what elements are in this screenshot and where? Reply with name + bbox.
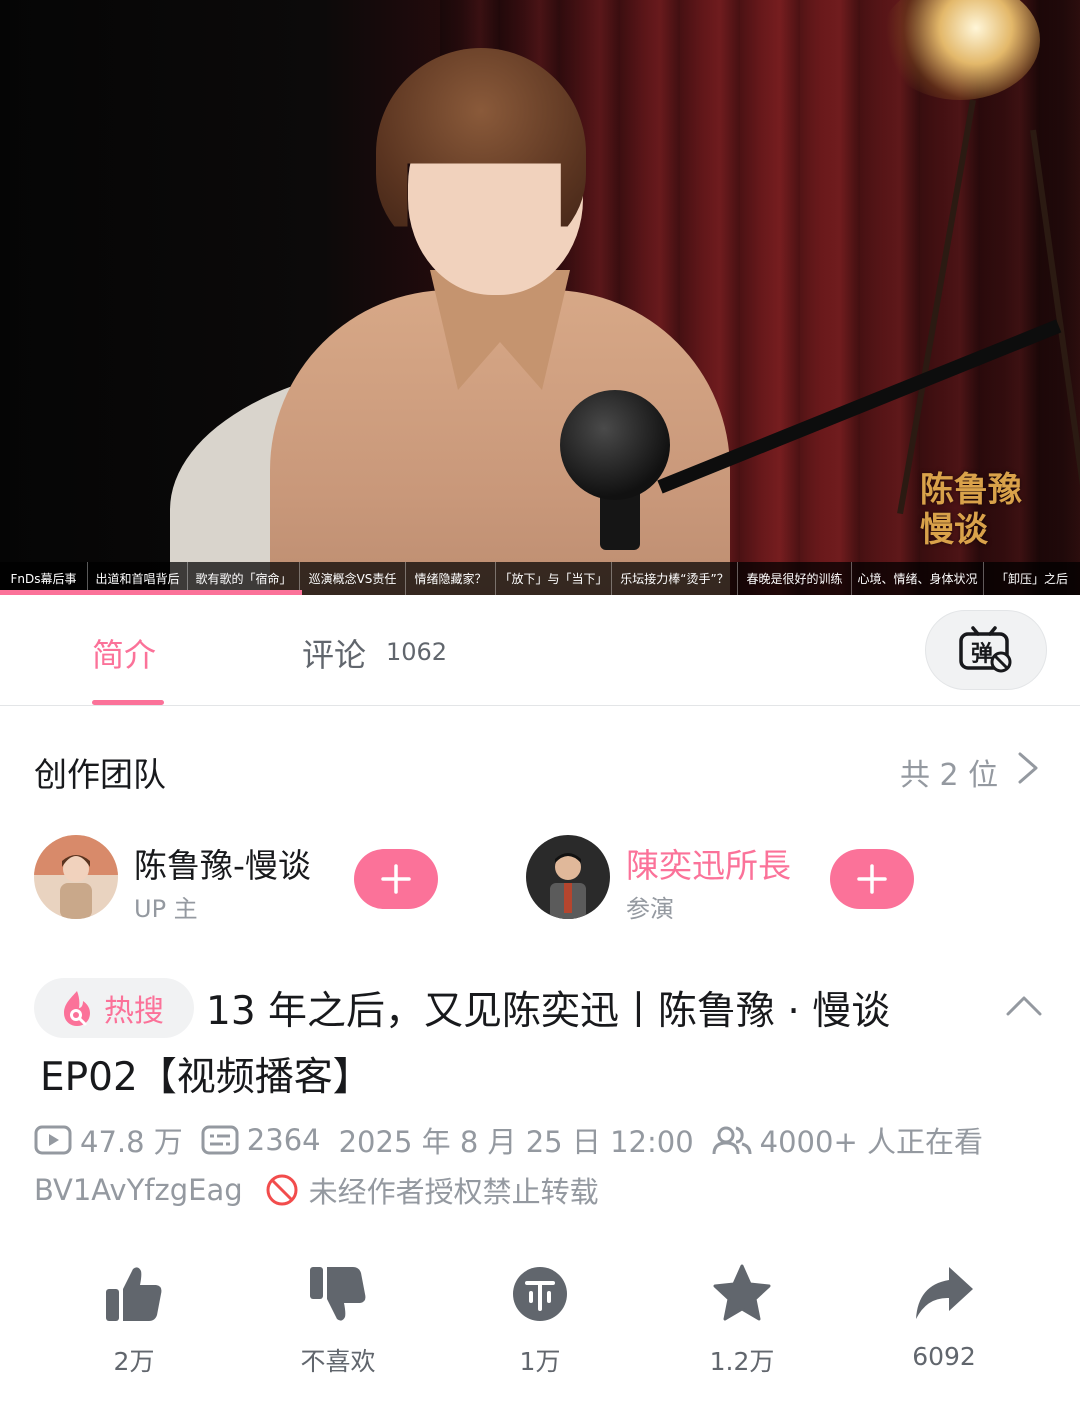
chapter-item[interactable]: 「卸压」之后 <box>984 562 1080 595</box>
follow-button[interactable] <box>354 849 438 909</box>
chevron-right-icon[interactable] <box>1010 748 1046 788</box>
video-title: 13 年之后，又见陈奕迅丨陈鲁豫 · 慢谈 <box>206 989 891 1034</box>
chevron-up-icon[interactable] <box>1004 990 1044 1020</box>
hot-search-icon <box>64 991 90 1026</box>
plus-icon <box>381 864 411 894</box>
show-logo: 陈鲁豫慢谈 <box>920 470 1022 550</box>
watching-now-value: 4000+ 人正在看 <box>759 1125 983 1159</box>
dislike-label: 不喜欢 <box>300 1347 376 1376</box>
hot-search-label: 热搜 <box>104 994 164 1029</box>
section-title: 创作团队 <box>34 755 166 794</box>
danmaku-toggle-button[interactable]: 弹 <box>925 610 1047 690</box>
danmaku-count-icon <box>201 1125 239 1155</box>
publish-datetime: 2025 年 8 月 25 日 12:00 <box>339 1119 694 1161</box>
like-count: 2万 <box>113 1347 155 1376</box>
tab-comments[interactable]: 评论 <box>302 630 366 676</box>
prohibited-icon <box>266 1174 298 1206</box>
people-icon <box>712 1126 752 1155</box>
avatar[interactable] <box>34 835 118 919</box>
dislike-button[interactable]: 不喜欢 <box>268 1262 408 1378</box>
play-count-icon <box>34 1125 72 1155</box>
star-icon <box>713 1264 771 1321</box>
like-button[interactable]: 2万 <box>64 1262 204 1378</box>
thumbs-down-icon <box>310 1267 366 1321</box>
follow-button[interactable] <box>830 849 914 909</box>
view-count-value: 47.8 万 <box>80 1125 183 1159</box>
reprint-notice: 未经作者授权禁止转载 <box>265 1169 599 1211</box>
danmaku-icon: 弹 <box>959 626 1012 673</box>
coin-button[interactable]: 1万 <box>470 1262 610 1378</box>
favorite-button[interactable]: 1.2万 <box>672 1262 812 1378</box>
team-member[interactable]: 陈鲁豫-慢谈 UP 主 <box>34 835 454 923</box>
view-count: 47.8 万 <box>34 1119 183 1161</box>
avatar[interactable] <box>526 835 610 919</box>
active-tab-indicator <box>92 700 164 705</box>
tab-intro[interactable]: 简介 <box>92 630 156 676</box>
thumbs-up-icon <box>106 1267 162 1321</box>
member-role: UP 主 <box>134 895 198 923</box>
coin-count: 1万 <box>519 1347 561 1376</box>
playback-progress[interactable] <box>0 590 302 595</box>
chapter-item[interactable]: 春晚是很好的训练 <box>738 562 852 595</box>
share-button[interactable]: 6092 <box>874 1262 1014 1371</box>
tab-bar: 简介 评论 1062 弹 <box>0 596 1080 706</box>
video-title-continued: EP02【视频播客】 <box>40 1055 372 1100</box>
chapter-item[interactable]: 乐坛接力棒“烫手”？ <box>612 562 738 595</box>
share-icon <box>916 1267 973 1319</box>
bvid[interactable]: BV1AvYfzgEag <box>34 1173 243 1207</box>
coin-icon <box>513 1267 567 1321</box>
watching-now: 4000+ 人正在看 <box>712 1119 983 1161</box>
reprint-notice-text: 未经作者授权禁止转载 <box>308 1175 599 1209</box>
chapter-item[interactable]: 「放下」与「当下」 <box>496 562 612 595</box>
member-name[interactable]: 陈鲁豫-慢谈 <box>134 839 311 887</box>
chapter-item[interactable]: 巡演概念VS责任 <box>300 562 406 595</box>
plus-icon <box>857 864 887 894</box>
favorite-count: 1.2万 <box>709 1347 775 1376</box>
team-count[interactable]: 共 2 位 <box>900 750 998 794</box>
share-count: 6092 <box>912 1342 976 1371</box>
danmaku-count: 2364 <box>201 1123 321 1157</box>
hot-search-tag[interactable]: 热搜 <box>34 978 194 1038</box>
team-member[interactable]: 陳奕迅所長 参演 <box>526 835 946 923</box>
svg-text:弹: 弹 <box>971 642 993 667</box>
publish-datetime-value: 2025 年 8 月 25 日 12:00 <box>338 1125 694 1159</box>
member-name[interactable]: 陳奕迅所長 <box>626 839 791 887</box>
comments-count: 1062 <box>386 638 448 666</box>
microphone <box>560 390 670 500</box>
action-bar: 2万 不喜欢 1万 1.2万 6092 <box>0 1262 1080 1382</box>
video-stats: 47.8 万 2364 2025 年 8 月 25 日 12:00 4000+ … <box>34 1118 1001 1162</box>
member-role: 参演 <box>626 895 674 923</box>
danmaku-count-value: 2364 <box>246 1123 321 1157</box>
chapter-item[interactable]: 心境、情绪、身体状况 <box>852 562 984 595</box>
video-meta: BV1AvYfzgEag 未经作者授权禁止转载 <box>34 1168 599 1212</box>
video-player[interactable]: 陈鲁豫慢谈 FnDs幕后事 出道和首唱背后 歌有歌的「宿命」 巡演概念VS责任 … <box>0 0 1080 595</box>
chapter-item[interactable]: 情绪隐藏家？ <box>406 562 496 595</box>
